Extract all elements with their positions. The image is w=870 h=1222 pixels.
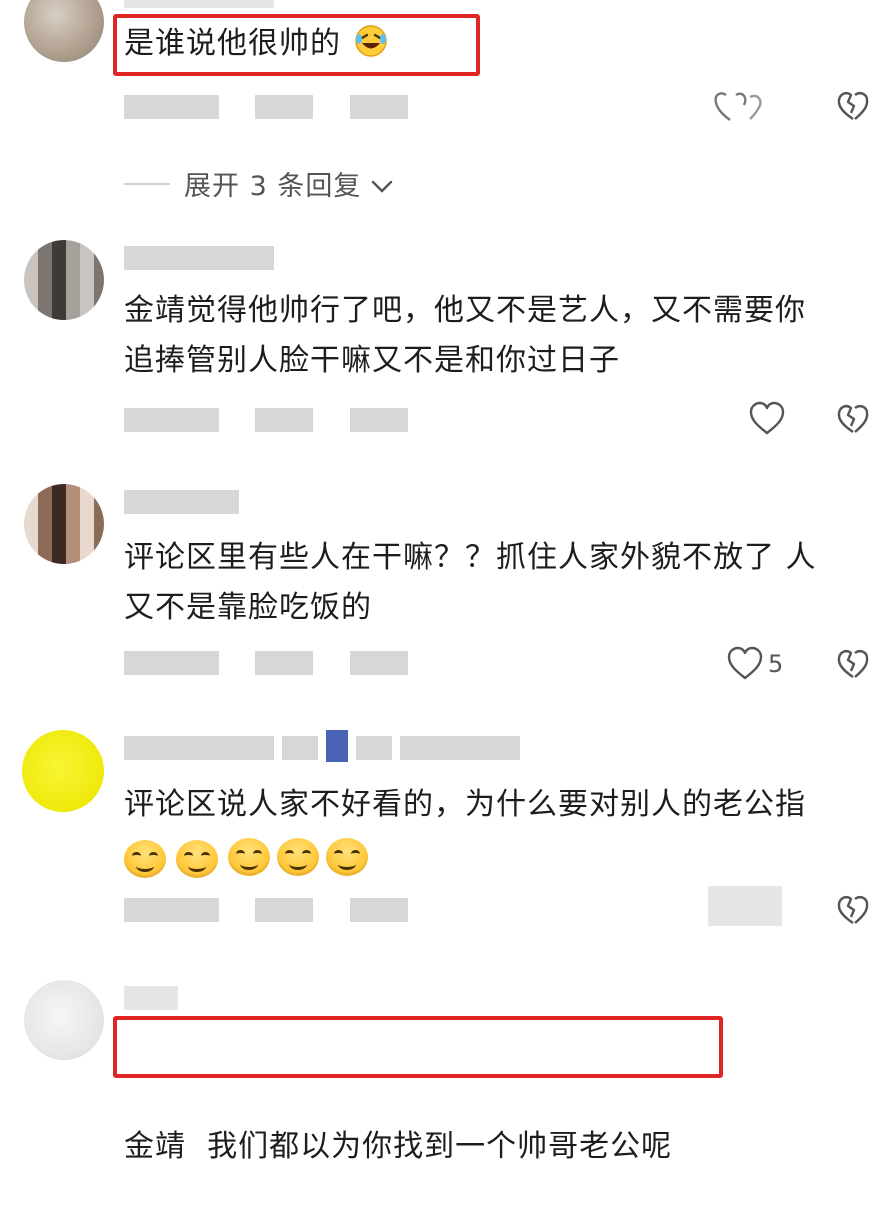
blurred-username <box>356 736 392 760</box>
avatar[interactable] <box>24 484 104 564</box>
smirk-emoji <box>124 840 166 878</box>
broken-heart-icon[interactable] <box>836 401 870 437</box>
like-count: 5 <box>768 650 784 678</box>
blurred-meta <box>350 95 408 119</box>
blurred-meta <box>255 95 313 119</box>
blurred-username <box>124 0 274 8</box>
blurred-meta <box>350 408 408 432</box>
blurred-username <box>124 490 239 514</box>
rofl-emoji <box>354 25 387 57</box>
divider <box>124 183 170 185</box>
broken-heart-icon[interactable] <box>836 88 870 124</box>
comment-text: 金靖觉得他帅行了吧，他又不是艺人，又不需要你 追捧管别人脸干嘛又不是和你过日子 <box>124 293 806 378</box>
heart-outline-icon[interactable] <box>748 401 786 437</box>
blurred-badge <box>326 730 348 762</box>
broken-heart-icon[interactable] <box>836 646 870 682</box>
chevron-down-icon <box>371 180 393 193</box>
blurred-meta <box>350 898 408 922</box>
smile-emoji <box>228 838 270 876</box>
avatar[interactable] <box>24 0 104 62</box>
blurred-username <box>124 736 274 760</box>
like-icon[interactable] <box>712 89 768 125</box>
heart-outline-icon[interactable] <box>726 646 764 682</box>
blurred-meta <box>255 651 313 675</box>
blurred-meta <box>124 95 219 119</box>
smirk-emoji <box>176 840 218 878</box>
broken-heart-icon[interactable] <box>836 892 870 928</box>
expand-replies-button[interactable]: 展开 3 条回复 <box>184 164 393 203</box>
comment-text: 评论区说人家不好看的，为什么要对别人的老公指 <box>124 787 806 822</box>
avatar[interactable] <box>24 980 104 1060</box>
blurred-meta <box>124 898 219 922</box>
blurred-username <box>124 246 274 270</box>
blurred-meta <box>255 408 313 432</box>
blurred-username <box>282 736 318 760</box>
blurred-username <box>124 986 178 1010</box>
avatar[interactable] <box>24 240 104 320</box>
comment-text: 是谁说他很帅的 <box>124 19 388 69</box>
blurred-like <box>708 886 782 926</box>
blurred-meta <box>350 651 408 675</box>
smile-emoji <box>277 838 319 876</box>
comment-text: 评论区里有些人在干嘛？？抓住人家外貌不放了 人 又不是靠脸吃饭的 <box>124 540 817 625</box>
comment-text: 金靖 我们都以为你找到一个帅哥老公呢 <box>124 1129 673 1164</box>
blurred-meta <box>124 651 219 675</box>
blurred-username <box>400 736 520 760</box>
blurred-meta <box>124 408 219 432</box>
smile-emoji <box>326 838 368 876</box>
avatar[interactable] <box>22 730 104 812</box>
blurred-meta <box>255 898 313 922</box>
expand-replies-label: 展开 3 条回复 <box>184 171 362 202</box>
